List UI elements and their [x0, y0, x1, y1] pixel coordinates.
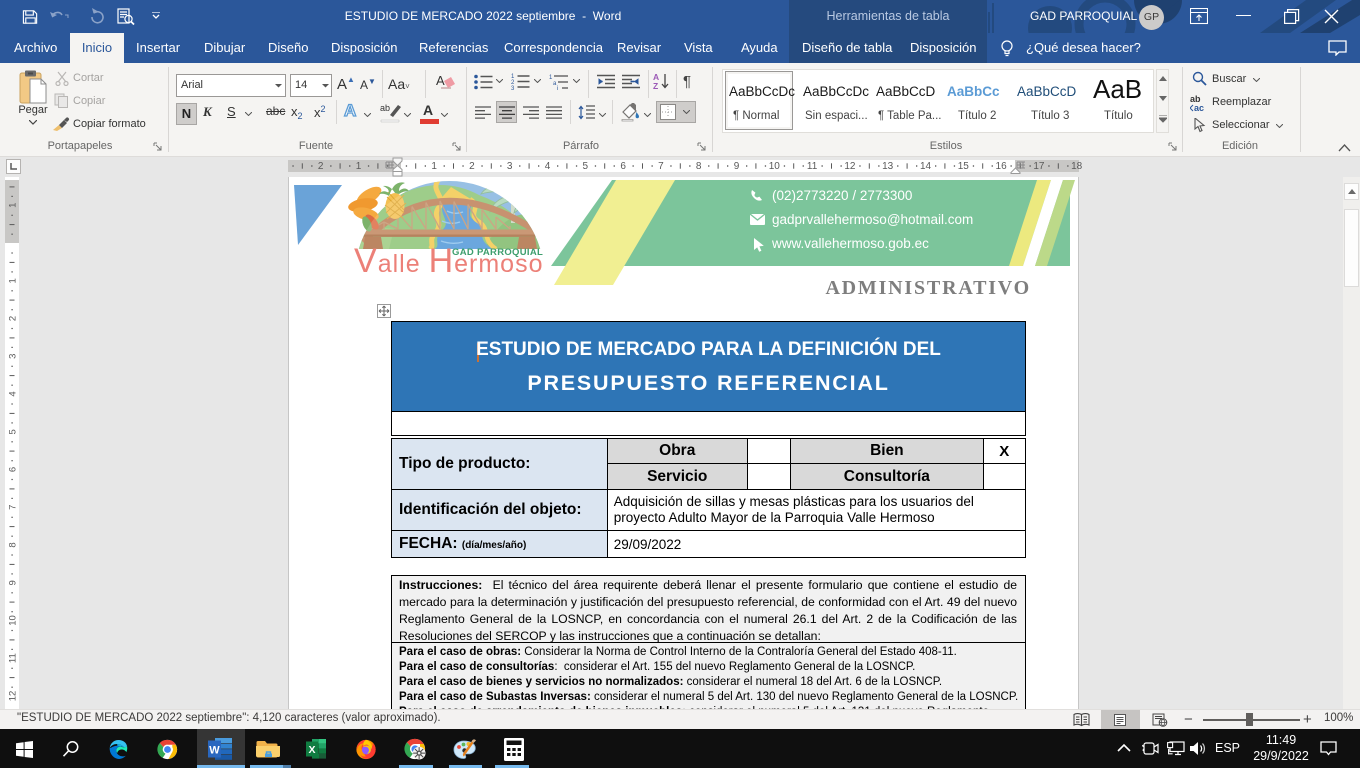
svg-text:3: 3	[507, 161, 513, 172]
svg-text:6: 6	[620, 161, 626, 172]
svg-text:1: 1	[8, 203, 19, 208]
svg-text:4: 4	[545, 161, 551, 172]
svg-text:7: 7	[8, 505, 19, 510]
svg-text:11: 11	[807, 161, 818, 172]
svg-text:12: 12	[844, 161, 856, 172]
svg-text:5: 5	[8, 429, 19, 434]
svg-text:10: 10	[769, 161, 781, 172]
svg-text:8: 8	[8, 542, 19, 547]
svg-text:i: i	[557, 86, 558, 90]
svg-text:9: 9	[8, 580, 19, 585]
svg-text:(02)2773220 / 2773300: (02)2773220 / 2773300	[772, 188, 912, 203]
svg-text:2: 2	[8, 316, 19, 321]
svg-text:8: 8	[696, 161, 702, 172]
svg-text:7: 7	[658, 161, 664, 172]
svg-text:1: 1	[8, 278, 19, 283]
svg-text:12: 12	[8, 691, 19, 702]
svg-text:6: 6	[8, 467, 19, 472]
svg-text:5: 5	[583, 161, 589, 172]
svg-text:1: 1	[431, 161, 437, 172]
svg-text:14: 14	[920, 161, 932, 172]
svg-text:2: 2	[469, 161, 475, 172]
svg-text:W: W	[209, 745, 220, 757]
svg-text:13: 13	[882, 161, 894, 172]
svg-text:2: 2	[318, 161, 324, 172]
svg-text:1: 1	[356, 161, 362, 172]
svg-text:3: 3	[8, 354, 19, 359]
svg-text:gadprvallehermoso@hotmail.com: gadprvallehermoso@hotmail.com	[772, 212, 973, 227]
svg-text:ac: ac	[1194, 103, 1204, 112]
svg-text:www.vallehermoso.gob.ec: www.vallehermoso.gob.ec	[771, 236, 929, 251]
svg-text:18: 18	[1071, 161, 1083, 172]
svg-text:9: 9	[734, 161, 740, 172]
svg-text:16: 16	[996, 161, 1008, 172]
svg-text:17: 17	[1033, 161, 1045, 172]
svg-text:10: 10	[8, 615, 19, 626]
svg-text:3: 3	[511, 86, 515, 90]
svg-text:11: 11	[8, 653, 19, 663]
svg-text:A: A	[436, 73, 445, 88]
svg-text:15: 15	[958, 161, 970, 172]
svg-text:4: 4	[8, 391, 19, 396]
svg-text:ab: ab	[380, 103, 390, 113]
svg-text:X: X	[308, 744, 315, 756]
svg-text:Z: Z	[653, 81, 658, 91]
